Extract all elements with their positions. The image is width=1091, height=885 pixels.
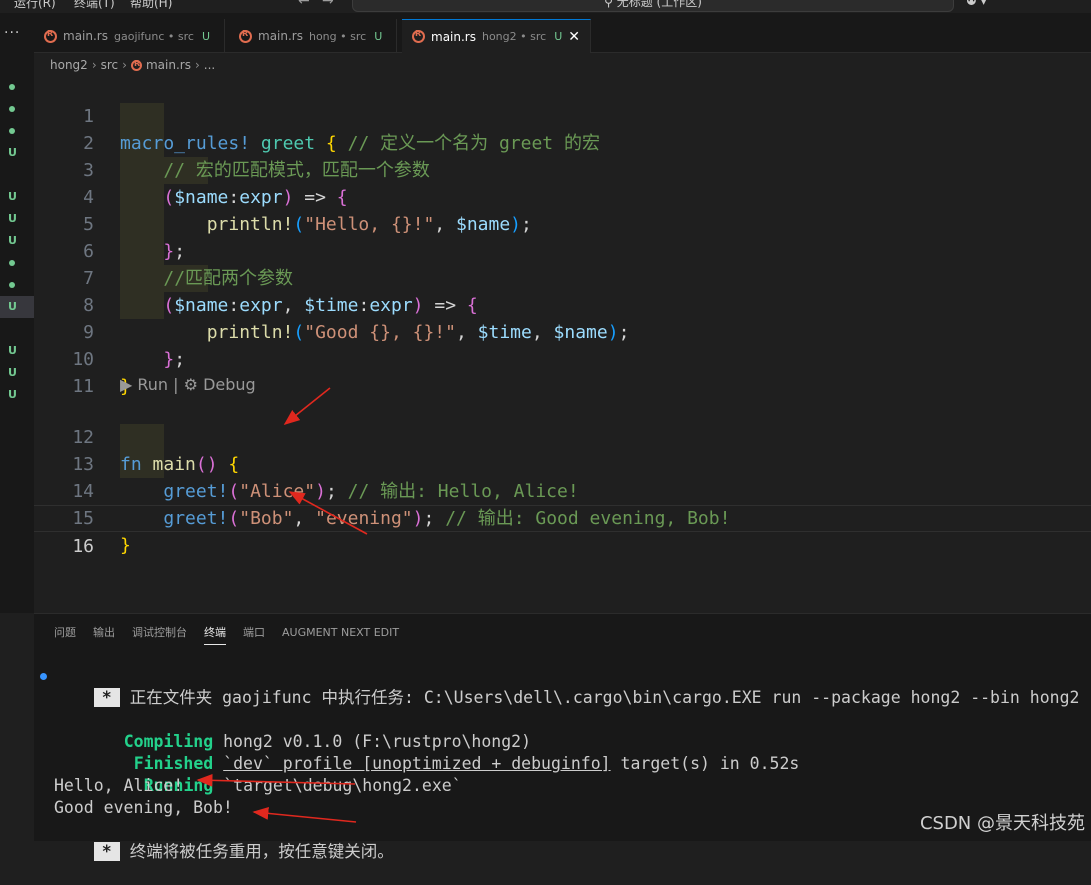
breadcrumb: hong2 › src › main.rs › ... bbox=[34, 54, 1091, 76]
more-actions-icon[interactable]: ··· bbox=[4, 25, 20, 41]
tab-output[interactable]: 输出 bbox=[93, 625, 115, 645]
menu-terminal[interactable]: 终端(T) bbox=[74, 0, 115, 11]
breadcrumb-item-symbols[interactable]: ... bbox=[204, 58, 215, 72]
codelens: ▶ Run | ⚙ Debug bbox=[120, 374, 256, 396]
line-number: 16 bbox=[34, 533, 94, 560]
terminal-finished-line: Finished `dev` profile [unoptimized + de… bbox=[94, 731, 799, 753]
breadcrumb-item-main-rs[interactable]: main.rs bbox=[146, 58, 191, 72]
scm-untracked-marker: U bbox=[0, 384, 34, 406]
code-line: 3 ($name:expr) => { bbox=[34, 130, 1091, 157]
tab-description: hong2 • src bbox=[482, 30, 546, 43]
chevron-right-icon: › bbox=[195, 58, 200, 72]
task-badge: * bbox=[94, 842, 120, 861]
rust-file-icon bbox=[131, 60, 142, 71]
terminal-output-line: Good evening, Bob! bbox=[54, 797, 233, 819]
task-badge: * bbox=[94, 688, 120, 707]
tab-description: gaojifunc • src bbox=[114, 30, 194, 43]
code-line: 13 greet!("Alice"); // 输出: Hello, Alice! bbox=[34, 424, 1091, 451]
code-line: 1 macro_rules! greet { // 定义一个名为 greet 的… bbox=[34, 76, 1091, 103]
tab-terminal[interactable]: 终端 bbox=[204, 625, 226, 645]
chevron-right-icon: › bbox=[92, 58, 97, 72]
scm-untracked-marker: U bbox=[0, 230, 34, 252]
code-line: 9 }; bbox=[34, 292, 1091, 319]
tab-ports[interactable]: 端口 bbox=[243, 625, 265, 645]
code-line: 14 greet!("Bob", "evening"); // 输出: Good… bbox=[34, 451, 1091, 478]
tab-main-rs-hong2[interactable]: main.rs hong2 • src U ✕ bbox=[402, 19, 591, 53]
scm-untracked-marker: U bbox=[0, 186, 34, 208]
panel-tabs: 问题 输出 调试控制台 终端 端口 AUGMENT NEXT EDIT bbox=[54, 625, 416, 645]
command-center-label: 无标题 (工作区) bbox=[617, 0, 702, 9]
command-center[interactable]: ⚲ 无标题 (工作区) bbox=[352, 0, 954, 12]
terminal-compiling-line: Compiling hong2 v0.1.0 (F:\rustpro\hong2… bbox=[84, 709, 531, 731]
code-editor[interactable]: 1 macro_rules! greet { // 定义一个名为 greet 的… bbox=[34, 76, 1091, 611]
rust-file-icon bbox=[412, 30, 425, 43]
breadcrumb-item-src[interactable]: src bbox=[101, 58, 119, 72]
tab-augment-next-edit[interactable]: AUGMENT NEXT EDIT bbox=[282, 625, 399, 645]
task-status-dot-icon bbox=[40, 673, 47, 680]
code-line: 15 } bbox=[34, 478, 1091, 505]
tab-status: U bbox=[554, 30, 562, 43]
tab-label: main.rs bbox=[258, 29, 303, 43]
tab-status: U bbox=[202, 30, 210, 43]
code-line: 2 // 宏的匹配模式，匹配一个参数 bbox=[34, 103, 1091, 130]
search-icon: ⚲ bbox=[604, 0, 617, 9]
bottom-panel: 问题 输出 调试控制台 终端 端口 AUGMENT NEXT EDIT *正在文… bbox=[34, 613, 1091, 841]
code-line: 4 println!("Hello, {}!", $name); bbox=[34, 157, 1091, 184]
scm-untracked-marker[interactable]: U bbox=[0, 296, 34, 318]
terminal-task-line: *正在文件夹 gaojifunc 中执行任务: C:\Users\dell\.c… bbox=[54, 665, 1079, 687]
codelens-debug[interactable]: ⚙ Debug bbox=[184, 375, 256, 394]
code-line: 12 fn main() { bbox=[34, 397, 1091, 424]
tab-label: main.rs bbox=[431, 30, 476, 44]
scm-untracked-marker: U bbox=[0, 362, 34, 384]
tab-main-rs-gaojifunc[interactable]: main.rs gaojifunc • src U bbox=[34, 19, 225, 53]
breadcrumb-item-hong2[interactable]: hong2 bbox=[50, 58, 88, 72]
terminal-text: 正在文件夹 gaojifunc 中执行任务: C:\Users\dell\.ca… bbox=[130, 688, 1080, 707]
arrow-right-icon[interactable]: → bbox=[322, 0, 334, 9]
codelens-run[interactable]: ▶ Run bbox=[120, 375, 168, 394]
menu-help[interactable]: 帮助(H) bbox=[130, 0, 172, 11]
scm-modified-marker bbox=[0, 98, 34, 120]
code-line: 5 }; bbox=[34, 184, 1091, 211]
rust-file-icon bbox=[44, 30, 57, 43]
tab-problems[interactable]: 问题 bbox=[54, 625, 76, 645]
scm-untracked-marker: U bbox=[0, 142, 34, 164]
watermark: CSDN @景天科技苑 bbox=[920, 809, 1085, 835]
code-line: 6 //匹配两个参数 bbox=[34, 211, 1091, 238]
terminal-text: `target\debug\hong2.exe` bbox=[213, 776, 461, 795]
tab-main-rs-hong[interactable]: main.rs hong • src U bbox=[229, 19, 397, 53]
code-line: 10 } bbox=[34, 319, 1091, 346]
code-line: 7 ($name:expr, $time:expr) => { bbox=[34, 238, 1091, 265]
scm-modified-marker bbox=[0, 120, 34, 142]
line-number: 11 bbox=[34, 373, 94, 400]
title-bar: 运行(R) 终端(T) 帮助(H) ← → ⚲ 无标题 (工作区) ⚉ ▾ bbox=[0, 0, 1091, 13]
tab-description: hong • src bbox=[309, 30, 366, 43]
terminal-reuse-line: *终端将被任务重用，按任意键关闭。 bbox=[54, 819, 394, 841]
tab-label: main.rs bbox=[63, 29, 108, 43]
code-line: 8 println!("Good {}, {}!", $time, $name)… bbox=[34, 265, 1091, 292]
tab-status: U bbox=[374, 30, 382, 43]
code-line: 11 bbox=[34, 346, 1091, 373]
close-icon[interactable]: ✕ bbox=[568, 29, 580, 45]
scm-untracked-marker: U bbox=[0, 208, 34, 230]
scm-modified-marker bbox=[0, 252, 34, 274]
terminal-text: 终端将被任务重用，按任意键关闭。 bbox=[130, 842, 394, 861]
code-line-current[interactable]: 16 bbox=[34, 505, 1091, 532]
scm-modified-marker bbox=[0, 76, 34, 98]
tab-debug-console[interactable]: 调试控制台 bbox=[132, 625, 187, 645]
scm-modified-marker bbox=[0, 274, 34, 296]
terminal-text: target(s) in 0.52s bbox=[611, 754, 800, 773]
arrow-left-icon[interactable]: ← bbox=[298, 0, 310, 9]
terminal-output-line: Hello, Alice! bbox=[54, 775, 183, 797]
scm-untracked-marker: U bbox=[0, 340, 34, 362]
terminal-running-line: Running `target\debug\hong2.exe` bbox=[104, 753, 462, 775]
editor-tabs: main.rs gaojifunc • src U main.rs hong •… bbox=[34, 13, 1091, 53]
codelens-separator: | bbox=[168, 375, 184, 394]
token: } bbox=[120, 535, 131, 556]
copilot-icon[interactable]: ⚉ ▾ bbox=[966, 0, 987, 8]
menu-run[interactable]: 运行(R) bbox=[14, 0, 56, 11]
chevron-right-icon: › bbox=[122, 58, 127, 72]
rust-file-icon bbox=[239, 30, 252, 43]
